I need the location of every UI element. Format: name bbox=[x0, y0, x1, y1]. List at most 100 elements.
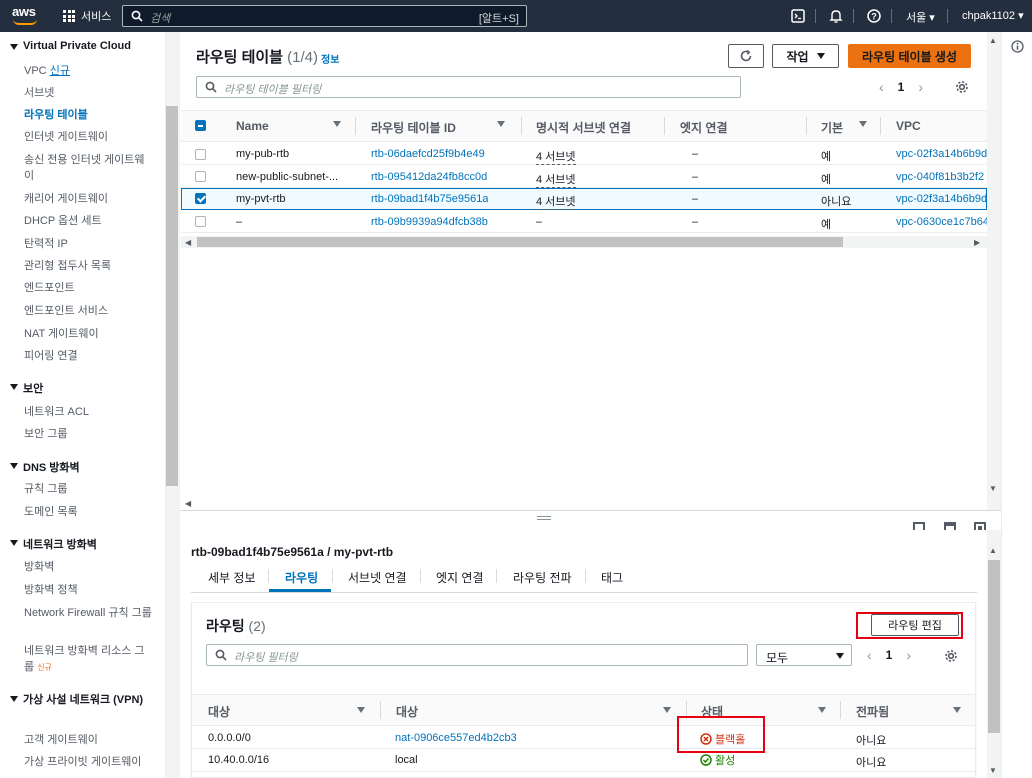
row-checkbox-checked[interactable] bbox=[195, 193, 206, 204]
route-table-id-link[interactable]: rtb-09b9939a94dfcb38b bbox=[371, 216, 488, 228]
sidebar-item-internet-gateways[interactable]: 인터넷 게이트웨이 bbox=[24, 129, 154, 145]
table-row[interactable] bbox=[181, 143, 987, 165]
sidebar-item-egress-only-gateways[interactable]: 송신 전용 인터넷 게이트웨이 bbox=[24, 152, 154, 184]
sidebar-item-nfw-rule-groups[interactable]: Network Firewall 규칙 그룹 bbox=[24, 605, 154, 621]
split-panel-divider[interactable] bbox=[180, 510, 1001, 530]
detail-scroll-thumb[interactable] bbox=[988, 560, 1000, 733]
sidebar-item-firewall-policies[interactable]: 방화벽 정책 bbox=[24, 582, 154, 598]
sidebar-group-vpc[interactable]: Virtual Private Cloud bbox=[10, 40, 131, 52]
settings-gear-icon[interactable] bbox=[955, 80, 969, 94]
sidebar-item-rule-groups[interactable]: 규칙 그룹 bbox=[24, 481, 154, 497]
chevron-left-icon[interactable]: ‹ bbox=[879, 79, 884, 95]
subnets-count[interactable]: 4 서브넷 bbox=[536, 148, 576, 165]
vpc-link[interactable]: vpc-02f3a14b6b9d bbox=[896, 148, 987, 160]
region-selector[interactable]: 서울 ▾ bbox=[906, 9, 935, 25]
scroll-left-arrow-icon[interactable]: ◀ bbox=[185, 499, 191, 508]
table-row[interactable] bbox=[181, 211, 987, 233]
table-row-selected[interactable] bbox=[181, 188, 987, 210]
aws-logo[interactable]: aws bbox=[12, 4, 42, 28]
route-table-id-link[interactable]: rtb-06daefcd25f9b4e49 bbox=[371, 148, 485, 160]
vpc-link[interactable]: vpc-0630ce1c7b64 bbox=[896, 216, 987, 228]
column-explicit-subnets[interactable]: 명시적 서브넷 연결 bbox=[536, 119, 631, 136]
page-number[interactable]: 1 bbox=[898, 80, 905, 94]
main-scrollbar[interactable] bbox=[987, 32, 1001, 494]
refresh-button[interactable] bbox=[728, 44, 764, 68]
select-all-checkbox[interactable] bbox=[195, 120, 206, 131]
chevron-right-icon[interactable]: › bbox=[906, 647, 911, 663]
sidebar-item-virtual-private-gateways[interactable]: 가상 프라이빗 게이트웨이 bbox=[24, 754, 154, 770]
sidebar-item-vpc[interactable]: VPC 신규 bbox=[24, 63, 154, 79]
sort-icon[interactable] bbox=[818, 707, 826, 713]
sort-icon[interactable] bbox=[333, 121, 341, 127]
cloudshell-icon[interactable] bbox=[790, 8, 806, 24]
sidebar-item-nfw-resource-groups[interactable]: 네트워크 방화벽 리소스 그룹 신규 bbox=[24, 643, 154, 676]
routes-filter-input[interactable]: 라우팅 필터링 bbox=[206, 644, 748, 666]
vpc-link[interactable]: vpc-040f81b3b2f2 bbox=[896, 171, 987, 183]
sidebar-group-security[interactable]: 보안 bbox=[10, 380, 43, 396]
sidebar-item-domain-lists[interactable]: 도메인 목록 bbox=[24, 504, 154, 520]
chevron-left-icon[interactable]: ‹ bbox=[867, 647, 872, 663]
account-menu[interactable]: chpak1102 ▾ bbox=[962, 9, 1024, 22]
routes-scope-select[interactable]: 모두 bbox=[756, 644, 852, 666]
scroll-left-arrow-icon[interactable]: ◀ bbox=[185, 238, 191, 247]
sidebar-item-firewalls[interactable]: 방화벽 bbox=[24, 559, 154, 575]
chevron-right-icon[interactable]: › bbox=[918, 79, 923, 95]
sidebar-item-route-tables[interactable]: 라우팅 테이블 bbox=[24, 107, 154, 123]
route-table-id-link[interactable]: rtb-095412da24fb8cc0d bbox=[371, 171, 487, 183]
column-propagated[interactable]: 전파됨 bbox=[856, 703, 889, 720]
sidebar-item-security-groups[interactable]: 보안 그룹 bbox=[24, 426, 154, 442]
settings-gear-icon[interactable] bbox=[944, 649, 958, 663]
info-link[interactable]: 정보 bbox=[321, 51, 339, 66]
tab-route-propagation[interactable]: 라우팅 전파 bbox=[513, 569, 572, 586]
sidebar-item-elastic-ip[interactable]: 탄력적 IP bbox=[24, 236, 154, 252]
scroll-right-arrow-icon[interactable]: ▶ bbox=[974, 238, 980, 247]
sidebar-item-nat-gateways[interactable]: NAT 게이트웨이 bbox=[24, 326, 154, 342]
info-icon[interactable] bbox=[1011, 40, 1024, 53]
sidebar-group-dns-firewall[interactable]: DNS 방화벽 bbox=[10, 459, 80, 475]
subnets-count[interactable]: 4 서브넷 bbox=[536, 193, 576, 210]
sidebar-item-endpoint-services[interactable]: 엔드포인트 서비스 bbox=[24, 303, 154, 319]
sidebar-item-peering[interactable]: 피어링 연결 bbox=[24, 348, 154, 364]
page-number[interactable]: 1 bbox=[886, 648, 893, 662]
subnets-count[interactable]: 4 서브넷 bbox=[536, 171, 576, 188]
sidebar-group-network-firewall[interactable]: 네트워크 방화벽 bbox=[10, 536, 97, 552]
tab-routes[interactable]: 라우팅 bbox=[285, 569, 318, 586]
sidebar-group-vpn[interactable]: 가상 사설 네트워크 (VPN) bbox=[10, 692, 150, 708]
scroll-down-arrow-icon[interactable]: ▼ bbox=[989, 766, 997, 775]
sidebar-item-customer-gateways[interactable]: 고객 게이트웨이 bbox=[24, 732, 154, 748]
scroll-up-arrow-icon[interactable]: ▲ bbox=[989, 546, 997, 555]
services-menu-button[interactable]: 서비스 bbox=[63, 8, 111, 24]
route-target-link[interactable]: nat-0906ce557ed4b2cb3 bbox=[395, 732, 517, 744]
column-route-table-id[interactable]: 라우팅 테이블 ID bbox=[371, 119, 456, 136]
sidebar-item-endpoints[interactable]: 엔드포인트 bbox=[24, 280, 154, 296]
table-scroll-thumb[interactable] bbox=[197, 237, 843, 247]
tab-details[interactable]: 세부 정보 bbox=[208, 569, 256, 586]
row-checkbox[interactable] bbox=[195, 171, 206, 182]
column-main[interactable]: 기본 bbox=[821, 119, 843, 136]
sidebar-item-dhcp-options[interactable]: DHCP 옵션 세트 bbox=[24, 213, 154, 229]
sidebar-item-prefix-lists[interactable]: 관리형 접두사 목록 bbox=[24, 258, 154, 274]
column-edge-associations[interactable]: 엣지 연결 bbox=[680, 119, 728, 136]
sort-icon[interactable] bbox=[953, 707, 961, 713]
sort-icon[interactable] bbox=[357, 707, 365, 713]
tab-subnet-associations[interactable]: 서브넷 연결 bbox=[348, 569, 407, 586]
vpc-link[interactable]: vpc-02f3a14b6b9d bbox=[896, 193, 987, 205]
global-search-input[interactable]: 검색 [알트+S] bbox=[122, 5, 527, 27]
create-route-table-button[interactable]: 라우팅 테이블 생성 bbox=[848, 44, 971, 68]
column-target[interactable]: 대상 bbox=[396, 703, 418, 720]
help-icon[interactable]: ? bbox=[866, 8, 882, 24]
scroll-up-arrow-icon[interactable]: ▲ bbox=[989, 36, 997, 45]
sort-icon[interactable] bbox=[497, 121, 505, 127]
sort-icon[interactable] bbox=[859, 121, 867, 127]
actions-dropdown-button[interactable]: 작업 bbox=[772, 44, 839, 68]
row-checkbox[interactable] bbox=[195, 149, 206, 160]
route-table-filter-input[interactable]: 라우팅 테이블 필터링 bbox=[196, 76, 741, 98]
sidebar-scroll-thumb[interactable] bbox=[166, 106, 178, 486]
column-destination[interactable]: 대상 bbox=[208, 703, 230, 720]
tab-edge-associations[interactable]: 엣지 연결 bbox=[436, 569, 484, 586]
route-table-id-link[interactable]: rtb-09bad1f4b75e9561a bbox=[371, 193, 488, 205]
scroll-down-arrow-icon[interactable]: ▼ bbox=[989, 484, 997, 493]
sort-icon[interactable] bbox=[663, 707, 671, 713]
row-checkbox[interactable] bbox=[195, 216, 206, 227]
tab-tags[interactable]: 태그 bbox=[601, 569, 623, 586]
